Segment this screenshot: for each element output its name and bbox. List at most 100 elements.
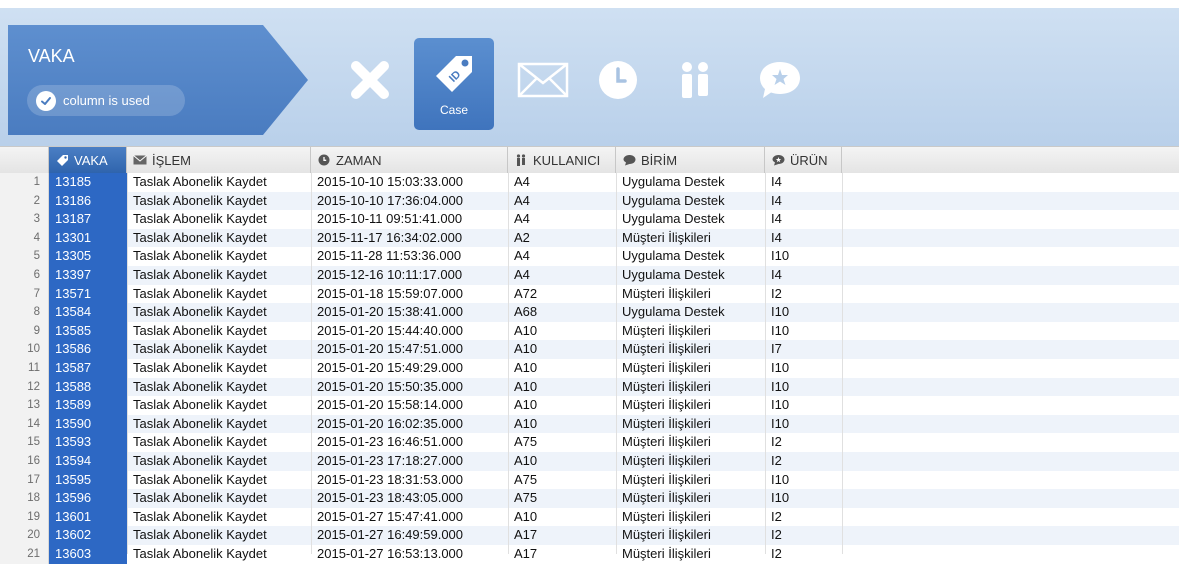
cell-vaka: 13305	[49, 247, 127, 266]
table-row[interactable]: 4 13301 Taslak Abonelik Kaydet 2015-11-17 1…	[0, 228, 1179, 248]
table-row[interactable]: 20 13602 Taslak Abonelik Kaydet 2015-01-27 …	[0, 526, 1179, 545]
cell-zaman: 2015-01-20 15:44:40.000	[317, 322, 464, 338]
cell-islem: Taslak Abonelik Kaydet	[133, 527, 267, 543]
cell-islem: Taslak Abonelik Kaydet	[133, 267, 267, 282]
column-status-pill[interactable]: column is used	[27, 85, 185, 116]
cell-vaka: 13594	[49, 452, 127, 471]
cell-islem: Taslak Abonelik Kaydet	[133, 174, 267, 189]
cell-birim: Uygulama Destek	[622, 248, 725, 264]
column-header-zaman[interactable]: ZAMAN	[311, 147, 508, 173]
table-row[interactable]: 17 13595 Taslak Abonelik Kaydet 2015-01-23 …	[0, 470, 1179, 490]
table-row[interactable]: 14 13590 Taslak Abonelik Kaydet 2015-01-20 …	[0, 414, 1179, 434]
cell-birim: Müşteri İlişkileri	[622, 471, 711, 487]
row-number-header	[0, 147, 49, 173]
table-row[interactable]: 3 13187 Taslak Abonelik Kaydet 2015-10-11 0…	[0, 210, 1179, 229]
table-row[interactable]: 13 13589 Taslak Abonelik Kaydet 2015-01-20 …	[0, 396, 1179, 415]
column-divider	[127, 172, 128, 554]
column-header-label: BİRİM	[641, 152, 678, 168]
chat-star-icon	[771, 153, 785, 167]
cell-zaman: 2015-01-20 15:58:14.000	[317, 397, 464, 413]
cell-islem: Taslak Abonelik Kaydet	[133, 192, 267, 208]
table-row[interactable]: 2 13186 Taslak Abonelik Kaydet 2015-10-10 1…	[0, 191, 1179, 211]
column-header-urun[interactable]: ÜRÜN	[765, 147, 842, 173]
cell-islem: Taslak Abonelik Kaydet	[133, 546, 267, 561]
cell-zaman: 2015-01-20 15:49:29.000	[317, 360, 464, 375]
perspective-chevron[interactable]	[8, 25, 308, 135]
cell-birim: Uygulama Destek	[622, 192, 725, 208]
cell-islem: Taslak Abonelik Kaydet	[133, 229, 267, 245]
table-row[interactable]: 16 13594 Taslak Abonelik Kaydet 2015-01-23 …	[0, 452, 1179, 471]
row-number: 3	[0, 210, 49, 229]
cell-islem: Taslak Abonelik Kaydet	[133, 471, 267, 487]
cell-vaka: 13186	[49, 191, 127, 211]
cell-zaman: 2015-10-11 09:51:41.000	[317, 211, 463, 227]
cell-birim: Uygulama Destek	[622, 304, 725, 320]
table-row[interactable]: 12 13588 Taslak Abonelik Kaydet 2015-01-20 …	[0, 377, 1179, 397]
clock-icon[interactable]	[578, 40, 658, 120]
column-header-birim[interactable]: BİRİM	[616, 147, 765, 173]
cell-kullanici: A17	[514, 546, 538, 561]
cell-zaman: 2015-01-20 15:50:35.000	[317, 378, 464, 394]
table-row[interactable]: 10 13586 Taslak Abonelik Kaydet 2015-01-20 …	[0, 340, 1179, 359]
cell-vaka: 13587	[49, 359, 127, 378]
column-status-text: column is used	[63, 93, 150, 108]
column-header-islem[interactable]: İŞLEM	[127, 147, 311, 173]
cell-zaman: 2015-01-20 16:02:35.000	[317, 415, 464, 431]
cell-vaka: 13588	[49, 377, 127, 397]
column-header-label: ÜRÜN	[790, 152, 828, 168]
row-number: 17	[0, 470, 49, 490]
people-icon[interactable]	[655, 40, 735, 120]
table-row[interactable]: 15 13593 Taslak Abonelik Kaydet 2015-01-23 …	[0, 433, 1179, 452]
cell-zaman: 2015-12-16 10:11:17.000	[317, 267, 463, 282]
cell-urun: I2	[771, 285, 782, 301]
chat-star-icon[interactable]	[740, 40, 820, 120]
cell-zaman: 2015-01-20 15:38:41.000	[317, 304, 464, 320]
checkmark-icon	[36, 90, 56, 111]
cell-kullanici: A4	[514, 174, 530, 189]
column-header-kullanici[interactable]: KULLANICI	[508, 147, 616, 173]
cell-zaman: 2015-01-20 15:47:51.000	[317, 341, 464, 357]
cell-zaman: 2015-01-27 15:47:41.000	[317, 508, 464, 524]
cell-vaka: 13584	[49, 303, 127, 322]
table-row[interactable]: 1 13185 Taslak Abonelik Kaydet 2015-10-10 1…	[0, 173, 1179, 192]
table-row[interactable]: 11 13587 Taslak Abonelik Kaydet 2015-01-20 …	[0, 359, 1179, 378]
cell-vaka: 13586	[49, 340, 127, 359]
cell-kullanici: A2	[514, 229, 530, 245]
cell-kullanici: A75	[514, 490, 538, 506]
cell-birim: Müşteri İlişkileri	[622, 415, 711, 431]
table-row[interactable]: 19 13601 Taslak Abonelik Kaydet 2015-01-27 …	[0, 507, 1179, 527]
cell-zaman: 2015-01-23 16:46:51.000	[317, 434, 464, 450]
tag-icon[interactable]: ID	[414, 34, 494, 114]
cell-birim: Müşteri İlişkileri	[622, 434, 711, 450]
table-row[interactable]: 18 13596 Taslak Abonelik Kaydet 2015-01-23 …	[0, 489, 1179, 508]
cell-urun: I10	[771, 304, 790, 320]
table-row[interactable]: 8 13584 Taslak Abonelik Kaydet 2015-01-20 1…	[0, 303, 1179, 322]
mail-icon[interactable]	[503, 40, 583, 120]
column-divider	[842, 172, 843, 554]
cell-kullanici: A10	[514, 378, 538, 394]
column-divider	[311, 172, 312, 554]
column-divider	[765, 172, 766, 554]
table-row[interactable]: 7 13571 Taslak Abonelik Kaydet 2015-01-18 1…	[0, 284, 1179, 304]
cell-islem: Taslak Abonelik Kaydet	[133, 304, 267, 320]
table-row[interactable]: 6 13397 Taslak Abonelik Kaydet 2015-12-16 1…	[0, 266, 1179, 285]
column-header-label: İŞLEM	[152, 152, 192, 168]
cell-kullanici: A68	[514, 304, 538, 320]
cell-zaman: 2015-01-27 16:53:13.000	[317, 546, 464, 561]
column-header-vaka[interactable]: VAKA	[49, 147, 127, 173]
row-number: 11	[0, 359, 49, 378]
table-row[interactable]: 5 13305 Taslak Abonelik Kaydet 2015-11-28 1…	[0, 247, 1179, 266]
cell-kullanici: A4	[514, 211, 530, 227]
row-number: 21	[0, 545, 49, 564]
cell-islem: Taslak Abonelik Kaydet	[133, 434, 267, 450]
row-number: 16	[0, 452, 49, 471]
cell-kullanici: A10	[514, 360, 538, 375]
cell-kullanici: A10	[514, 397, 538, 413]
close-icon[interactable]	[330, 40, 410, 120]
column-header-label: ZAMAN	[336, 152, 382, 168]
table-row[interactable]: 9 13585 Taslak Abonelik Kaydet 2015-01-20 1…	[0, 321, 1179, 341]
table-row[interactable]: 21 13603 Taslak Abonelik Kaydet 2015-01-27 …	[0, 545, 1179, 564]
cell-zaman: 2015-11-17 16:34:02.000	[317, 229, 463, 245]
cell-urun: I4	[771, 192, 782, 208]
row-number: 7	[0, 284, 49, 304]
